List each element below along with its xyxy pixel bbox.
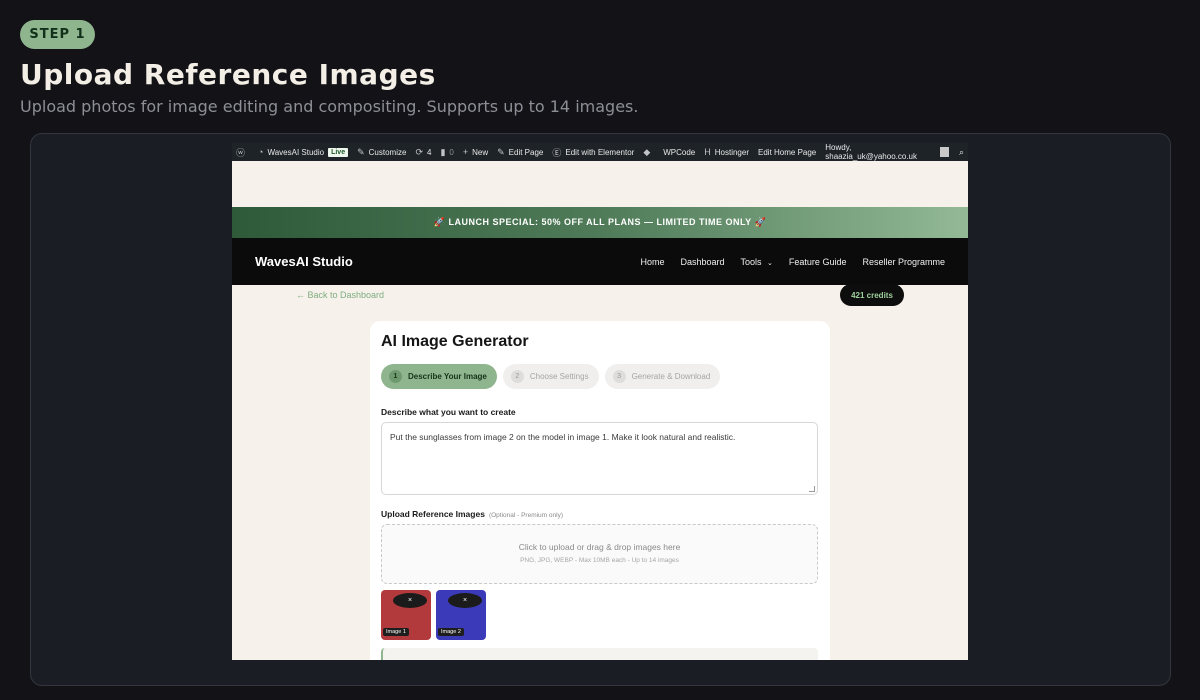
wp-admin-bar: ⓦ ◔ WavesAI Studio Live ✎ Customize ⟳ 4 … bbox=[232, 143, 968, 161]
avatar[interactable] bbox=[939, 147, 949, 157]
nav-home[interactable]: Home bbox=[640, 257, 664, 267]
search-icon[interactable]: ⌕ bbox=[959, 147, 964, 158]
nav-reseller[interactable]: Reseller Programme bbox=[862, 257, 945, 267]
dashboard-icon: ◔ bbox=[258, 147, 264, 157]
nav-links: Home Dashboard Tools ⌄ Feature Guide Res… bbox=[624, 257, 945, 267]
admin-edit-home[interactable]: Edit Home Page bbox=[758, 148, 816, 157]
thumbnail-image-2: × Image 2 bbox=[436, 590, 486, 640]
remove-image-button[interactable]: × bbox=[448, 593, 482, 608]
generator-card: AI Image Generator 1 Describe Your Image… bbox=[370, 321, 830, 660]
embedded-screenshot: ⓦ ◔ WavesAI Studio Live ✎ Customize ⟳ 4 … bbox=[232, 143, 968, 660]
site-navbar: WavesAI Studio Home Dashboard Tools ⌄ Fe… bbox=[232, 238, 968, 285]
admin-edit-elementor[interactable]: Ⓔ Edit with Elementor bbox=[552, 146, 634, 159]
upload-dropzone[interactable]: Click to upload or drag & drop images he… bbox=[381, 524, 818, 584]
admin-wpcode[interactable]: WPCode bbox=[663, 148, 695, 157]
live-badge: Live bbox=[328, 147, 349, 157]
nav-tools[interactable]: Tools ⌄ bbox=[741, 257, 773, 267]
tab-describe[interactable]: 1 Describe Your Image bbox=[381, 364, 497, 389]
site-brand[interactable]: WavesAI Studio bbox=[255, 254, 353, 269]
back-to-dashboard-link[interactable]: ← Back to Dashboard bbox=[296, 290, 384, 300]
step-badge: STEP 1 bbox=[20, 20, 95, 49]
prompt-textarea[interactable]: Put the sunglasses from image 2 on the m… bbox=[381, 422, 818, 495]
step-tabs: 1 Describe Your Image 2 Choose Settings … bbox=[381, 364, 726, 389]
tab-generate[interactable]: 3 Generate & Download bbox=[604, 364, 721, 389]
diamond-icon: ◆ bbox=[643, 146, 651, 157]
promo-banner: 🚀 LAUNCH SPECIAL: 50% OFF ALL PLANS — LI… bbox=[232, 207, 968, 238]
remove-image-button[interactable]: × bbox=[393, 593, 427, 608]
elementor-icon: Ⓔ bbox=[552, 147, 562, 158]
chevron-down-icon: ⌄ bbox=[767, 259, 773, 267]
admin-edit-page[interactable]: ✎ Edit Page bbox=[497, 147, 543, 158]
updates-icon: ⟳ bbox=[415, 146, 423, 157]
comment-icon: ▮ bbox=[440, 146, 446, 157]
hostinger-icon: H bbox=[704, 147, 711, 157]
describe-label: Describe what you want to create bbox=[381, 407, 516, 417]
thumbnail-image-1: × Image 1 bbox=[381, 590, 431, 640]
resize-handle[interactable] bbox=[809, 486, 815, 492]
credits-badge[interactable]: 421 credits bbox=[840, 284, 904, 306]
tab-settings[interactable]: 2 Choose Settings bbox=[502, 364, 599, 389]
thumbnail-label: Image 2 bbox=[438, 628, 464, 636]
info-box bbox=[381, 648, 818, 660]
page-subtitle: Upload photos for image editing and comp… bbox=[20, 97, 639, 116]
plus-icon: + bbox=[462, 147, 469, 157]
admin-howdy[interactable]: Howdy, shaazia_uk@yahoo.co.uk bbox=[825, 143, 935, 161]
nav-feature-guide[interactable]: Feature Guide bbox=[789, 257, 847, 267]
upload-optional-note: (Optional - Premium only) bbox=[488, 512, 563, 519]
card-title: AI Image Generator bbox=[381, 333, 529, 350]
brush-icon: ✎ bbox=[357, 146, 365, 157]
thumbnail-label: Image 1 bbox=[383, 628, 409, 636]
admin-diamond[interactable]: ◆ bbox=[643, 147, 654, 158]
admin-hostinger[interactable]: H Hostinger bbox=[704, 147, 749, 157]
upload-label: Upload Reference Images (Optional - Premi… bbox=[381, 509, 563, 519]
admin-updates[interactable]: ⟳ 4 bbox=[415, 147, 431, 158]
admin-new[interactable]: + New bbox=[463, 147, 488, 157]
admin-comments[interactable]: ▮ 0 bbox=[440, 147, 453, 158]
admin-site-name[interactable]: ◔ WavesAI Studio Live bbox=[258, 147, 349, 157]
pencil-icon: ✎ bbox=[497, 146, 505, 157]
admin-customize[interactable]: ✎ Customize bbox=[357, 147, 406, 158]
page-title: Upload Reference Images bbox=[20, 58, 436, 91]
nav-dashboard[interactable]: Dashboard bbox=[680, 257, 724, 267]
wp-logo-icon[interactable]: ⓦ bbox=[236, 146, 249, 159]
